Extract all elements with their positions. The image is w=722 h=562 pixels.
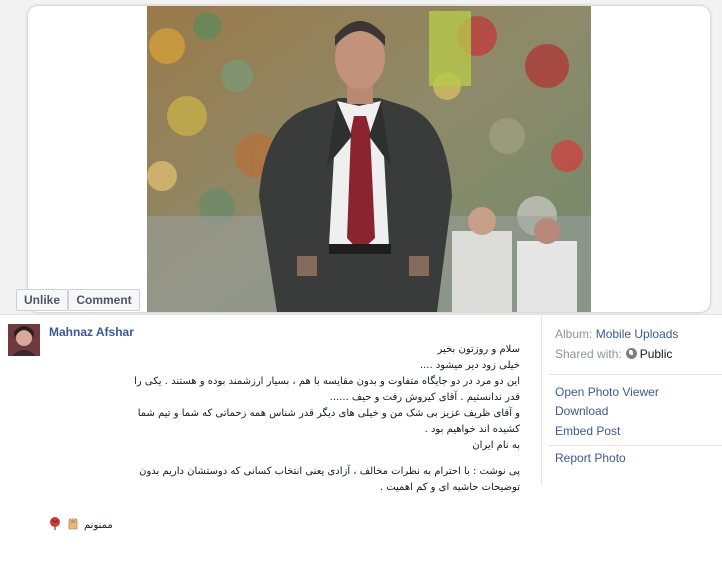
hands-emoji-icon: [66, 516, 80, 535]
privacy-info: Shared with: Public: [555, 347, 672, 361]
caption-line: کشیده اند خواهیم بود .: [424, 424, 520, 435]
divider: [549, 374, 722, 375]
caption-line: این دو مرد در دو جایگاه متفاوت و بدون مق…: [134, 376, 520, 387]
thanks-text: ممنونم: [84, 520, 113, 531]
rose-emoji-icon: [48, 516, 62, 535]
album-link[interactable]: Mobile Uploads: [596, 327, 679, 341]
caption-line: پی نوشت : با احترام به نظرات مخالف ، آزا…: [139, 466, 520, 477]
album-label: Album:: [555, 327, 593, 341]
author-name[interactable]: Mahnaz Afshar: [49, 325, 134, 339]
privacy-link[interactable]: Public: [640, 347, 673, 361]
caption-line: توضیحات حاشیه ای و کم اهمیت .: [379, 482, 520, 493]
caption-line: قدر ندانستیم . آقای کیروش رفت و حیف ....…: [329, 392, 520, 403]
caption-line: سلام و روزتون بخیر: [437, 344, 520, 355]
divider: [549, 445, 722, 446]
download-link[interactable]: Download: [555, 404, 608, 418]
report-photo-link[interactable]: Report Photo: [555, 451, 626, 465]
divider: [0, 314, 722, 315]
photo[interactable]: [147, 6, 591, 312]
embed-post-link[interactable]: Embed Post: [555, 424, 620, 438]
unlike-button[interactable]: Unlike: [16, 289, 68, 311]
caption-line: و آقای ظریف عزیز بی شک من و خیلی های دیگ…: [137, 408, 520, 419]
thanks-line: ممنونم: [48, 516, 113, 535]
globe-icon: [625, 348, 637, 359]
open-photo-viewer-link[interactable]: Open Photo Viewer: [555, 385, 659, 399]
caption-line: خیلی زود دیر میشود ....: [419, 360, 520, 371]
album-info: Album: Mobile Uploads: [555, 327, 678, 341]
caption-line: به نام ایران: [472, 440, 520, 451]
column-divider: [541, 315, 542, 485]
avatar[interactable]: [8, 324, 40, 356]
shared-label: Shared with:: [555, 347, 622, 361]
post-caption: سلام و روزتون بخیر خیلی زود دیر میشود ..…: [40, 342, 520, 496]
comment-button[interactable]: Comment: [68, 289, 140, 311]
